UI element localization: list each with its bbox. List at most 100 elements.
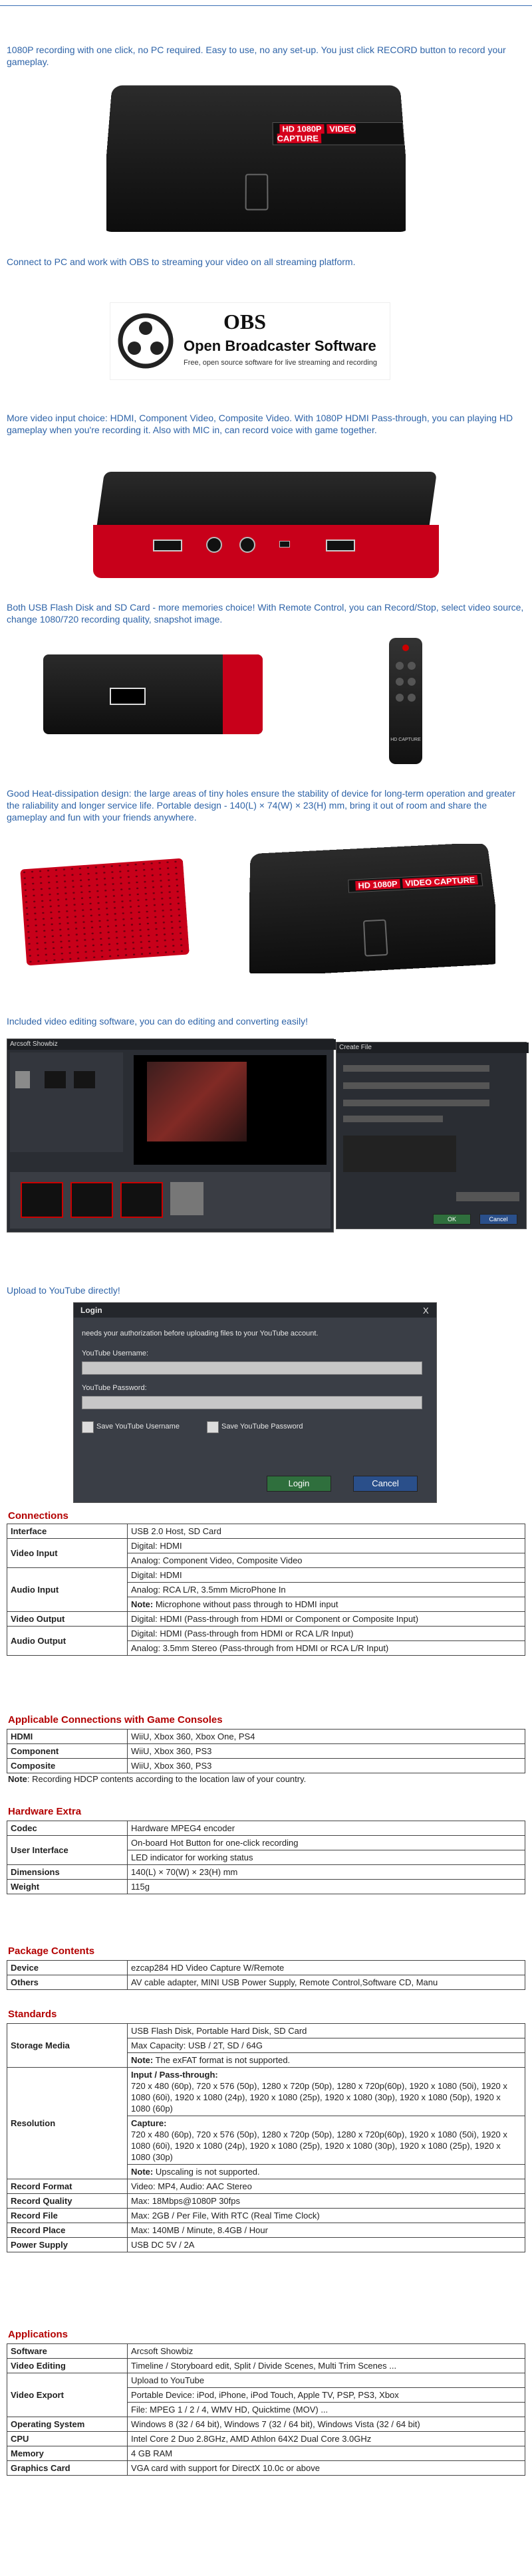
table-row: Storage Media USB Flash Disk, Portable Ha… — [7, 2023, 525, 2068]
device-photo-usb-slot — [43, 654, 263, 734]
spec-key: HDMI — [7, 1729, 128, 1744]
spec-value: VGA card with support for DirectX 10.0c … — [127, 2460, 525, 2476]
username-label: YouTube Username: — [82, 1349, 149, 1357]
spec-key: Record Quality — [7, 2193, 128, 2209]
spec-key: Video Input — [7, 1538, 128, 1568]
spec-value: Note: Microphone without pass through to… — [127, 1597, 525, 1612]
obs-logo-icon — [118, 313, 174, 369]
youtube-username-input[interactable] — [82, 1361, 422, 1375]
spec-key: Record Format — [7, 2179, 128, 2194]
divider — [0, 5, 532, 6]
hardware-table: Codec Hardware MPEG4 encoder User Interfa… — [7, 1821, 525, 1894]
table-row: Composite WiiU, Xbox 360, PS3 — [7, 1758, 525, 1773]
spec-value: Digital: HDMI (Pass-through from HDMI or… — [127, 1611, 525, 1627]
spec-key: Video Output — [7, 1611, 128, 1627]
table-row: Audio Input Digital: HDMI — [7, 1567, 525, 1612]
consoles-note: Note: Recording HDCP contents according … — [8, 1774, 306, 1784]
save-username-checkbox[interactable] — [82, 1421, 94, 1433]
hdmi-out-port — [326, 540, 355, 551]
obs-logo-panel: OBS Open Broadcaster Software Free, open… — [110, 302, 390, 380]
audio-jack — [206, 537, 222, 553]
table-row: Video Output Digital: HDMI (Pass-through … — [7, 1611, 525, 1627]
spec-key: Audio Output — [7, 1626, 128, 1656]
password-label: YouTube Password: — [82, 1384, 147, 1392]
table-row: Record Place Max: 140MB / Minute, 8.4GB /… — [7, 2223, 525, 2238]
create-file-title: Create File — [336, 1042, 529, 1053]
table-row: Video Input Digital: HDMI — [7, 1538, 525, 1568]
spec-value: Windows 8 (32 / 64 bit), Windows 7 (32 /… — [127, 2417, 525, 2432]
dialog-cancel-button[interactable]: Cancel — [479, 1214, 517, 1225]
remote-label: HD CAPTURE — [390, 738, 421, 742]
spec-key: Memory — [7, 2446, 128, 2461]
section-title-connections: Connections — [8, 1510, 68, 1522]
spec-key: Weight — [7, 1879, 128, 1894]
blurb-youtube-upload: Upload to YouTube directly! — [7, 1285, 120, 1296]
spec-value: WiiU, Xbox 360, PS3 — [127, 1743, 525, 1759]
spec-value: Portable Device: iPod, iPhone, iPod Touc… — [127, 2387, 525, 2403]
save-password-checkbox[interactable] — [207, 1421, 219, 1433]
spec-value: WiiU, Xbox 360, Xbox One, PS4 — [127, 1729, 525, 1744]
spec-value: 4 GB RAM — [127, 2446, 525, 2461]
blurb-editing-software: Included video editing software, you can… — [7, 1016, 308, 1027]
login-title: Login — [80, 1306, 102, 1315]
spec-key: Device — [7, 1960, 128, 1975]
obs-title: OBS — [223, 310, 267, 334]
spec-value: Digital: HDMI (Pass-through from HDMI or… — [127, 1626, 525, 1641]
device-photo-front: HD 1080P VIDEO CAPTURE — [106, 81, 406, 247]
blurb-heat-dissipation: Good Heat-dissipation design: the large … — [7, 788, 515, 823]
section-title-hardware: Hardware Extra — [8, 1806, 82, 1817]
dialog-ok-button[interactable]: OK — [433, 1214, 471, 1225]
blurb-obs-streaming: Connect to PC and work with OBS to strea… — [7, 256, 356, 267]
table-row: Codec Hardware MPEG4 encoder — [7, 1821, 525, 1836]
record-button-graphic — [362, 919, 388, 957]
spec-key: Software — [7, 2343, 128, 2359]
login-button[interactable]: Login — [267, 1476, 331, 1492]
youtube-password-input[interactable] — [82, 1396, 422, 1409]
spec-value: Note: Upscaling is not supported. — [127, 2164, 525, 2179]
consoles-table: HDMI WiiU, Xbox 360, Xbox One, PS4 Compon… — [7, 1729, 525, 1773]
spec-value: Max: 18Mbps@1080P 30fps — [127, 2193, 525, 2209]
table-row: Component WiiU, Xbox 360, PS3 — [7, 1743, 525, 1759]
blurb-storage-remote: Both USB Flash Disk and SD Card - more m… — [7, 602, 524, 625]
table-row: Dimensions 140(L) × 70(W) × 23(H) mm — [7, 1864, 525, 1880]
note-text: : Recording HDCP contents according to t… — [27, 1774, 307, 1784]
note-text: Microphone without pass through to HDMI … — [155, 1599, 338, 1609]
spec-value: Video: MP4, Audio: AAC Stereo — [127, 2179, 525, 2194]
record-button-graphic — [245, 173, 269, 211]
table-row: Audio Output Digital: HDMI (Pass-through … — [7, 1626, 525, 1656]
spec-key: Video Editing — [7, 2358, 128, 2373]
spec-key: Video Export — [7, 2373, 128, 2417]
pass-through-resolutions: 720 x 480 (60p), 720 x 576 (50p), 1280 x… — [131, 2081, 507, 2114]
close-icon[interactable]: X — [423, 1306, 429, 1316]
audio-jack — [239, 537, 255, 553]
package-table: Device ezcap284 HD Video Capture W/Remote… — [7, 1960, 525, 1990]
spec-value: File: MPEG 1 / 2 / 4, WMV HD, Quicktime … — [127, 2402, 525, 2417]
usb-port — [279, 541, 290, 547]
spec-key: Graphics Card — [7, 2460, 128, 2476]
cancel-button[interactable]: Cancel — [353, 1476, 418, 1492]
standards-table: Storage Media USB Flash Disk, Portable Ha… — [7, 2023, 525, 2252]
table-row: Record Quality Max: 18Mbps@1080P 30fps — [7, 2193, 525, 2209]
device-photo-ports — [86, 465, 446, 591]
spec-value: Max: 140MB / Minute, 8.4GB / Hour — [127, 2223, 525, 2238]
spec-key: Others — [7, 1975, 128, 1990]
spec-value: WiiU, Xbox 360, PS3 — [127, 1758, 525, 1773]
spec-value: LED indicator for working status — [127, 1850, 525, 1865]
video-preview — [134, 1055, 327, 1165]
spec-key: Interface — [7, 1524, 128, 1539]
obs-tagline: Free, open source software for live stre… — [184, 359, 378, 367]
spec-key: Resolution — [7, 2067, 128, 2179]
spec-key: Power Supply — [7, 2237, 128, 2252]
blurb-one-click-recording: 1080P recording with one click, no PC re… — [7, 45, 506, 67]
remote-control-photo: HD CAPTURE — [389, 638, 422, 764]
spec-value: Analog: Component Video, Composite Video — [127, 1553, 525, 1568]
table-row: Others AV cable adapter, MINI USB Power S… — [7, 1975, 525, 1990]
spec-value: AV cable adapter, MINI USB Power Supply,… — [127, 1975, 525, 1990]
table-row: Record File Max: 2GB / Per File, With RTC… — [7, 2208, 525, 2223]
table-row: User Interface On-board Hot Button for on… — [7, 1835, 525, 1865]
login-message: needs your authorization before uploadin… — [82, 1330, 319, 1338]
spec-value: Input / Pass-through: 720 x 480 (60p), 72… — [127, 2067, 525, 2116]
obs-name: Open Broadcaster Software — [184, 338, 376, 354]
section-title-standards: Standards — [8, 2009, 57, 2020]
device-photo-top: HD 1080P VIDEO CAPTURE — [249, 844, 495, 973]
